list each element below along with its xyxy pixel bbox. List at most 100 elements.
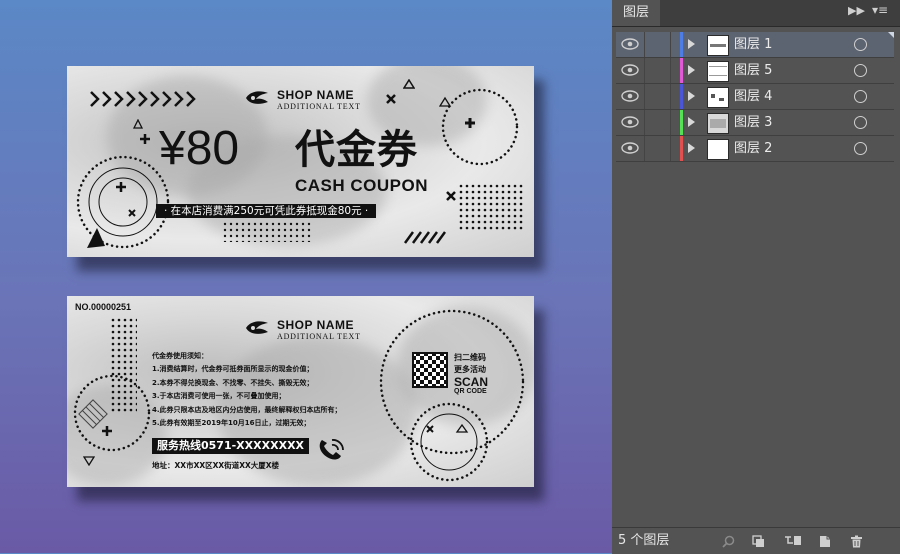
expand-arrow-icon[interactable] — [688, 143, 695, 153]
column-divider — [644, 84, 645, 109]
layer-name[interactable]: 图层 2 — [734, 136, 772, 161]
layer-color-indicator — [680, 110, 683, 135]
layer-count: 5 个图层 — [618, 533, 670, 548]
panel-menu-icon[interactable]: ▾≡ — [872, 3, 888, 17]
layer-name[interactable]: 图层 5 — [734, 58, 772, 83]
dotted-circle-decoration — [409, 402, 489, 482]
dotted-circle-decoration — [439, 88, 519, 166]
expand-arrow-icon[interactable] — [688, 91, 695, 101]
rule-item: 2.本券不得兑换现金、不找零、不挂失、撕毁无效； — [152, 378, 314, 387]
layer-color-indicator — [680, 58, 683, 83]
layer-color-indicator — [680, 32, 683, 57]
triangle-icon — [403, 79, 415, 89]
locate-object-icon[interactable] — [722, 535, 735, 548]
layer-name[interactable]: 图层 4 — [734, 84, 772, 109]
scan-cn-line1: 扫二维码 — [454, 353, 486, 362]
rule-item: 1.消费结算时，代金券可抵券面所显示的现金价值； — [152, 365, 314, 374]
panel-footer: 5 个图层 — [612, 527, 900, 554]
cross-icon — [446, 191, 456, 201]
chevron-arrows-decoration — [90, 91, 196, 107]
column-divider — [644, 110, 645, 135]
rule-item: 4.此券只限本店及地区内分店使用，最终解释权归本店所有； — [152, 405, 342, 414]
visibility-eye-icon[interactable] — [620, 37, 640, 51]
layer-color-indicator — [680, 84, 683, 109]
layer-thumbnail — [707, 61, 729, 82]
address: 地址：XX市XX区XX街道XX大厦X楼 — [152, 461, 280, 470]
trash-icon[interactable] — [850, 535, 863, 548]
rules-title: 代金券使用须知： — [152, 352, 208, 360]
layer-target-icon[interactable] — [854, 38, 867, 51]
column-divider — [644, 58, 645, 83]
expand-arrow-icon[interactable] — [688, 65, 695, 75]
collapse-panel-icon[interactable]: ▶▶ — [848, 4, 865, 17]
layer-row-5[interactable]: 图层 5 — [616, 58, 894, 84]
coupon-title-cn: 代金券 — [295, 127, 418, 173]
cross-icon — [386, 94, 396, 104]
layer-row-1[interactable]: 图层 1 — [616, 32, 894, 58]
dotted-circle-decoration — [73, 374, 151, 452]
layer-thumbnail — [707, 139, 729, 160]
rule-item: 3.于本店消费可使用一张，不可叠加使用； — [152, 392, 286, 401]
qr-code-label: QR CODE — [454, 388, 487, 395]
panel-tab-bar: 图层 ▶▶ ▾≡ — [612, 0, 900, 27]
expand-arrow-icon[interactable] — [688, 39, 695, 49]
expand-arrow-icon[interactable] — [688, 117, 695, 127]
visibility-eye-icon[interactable] — [620, 115, 640, 129]
scan-block: 扫二维码 更多活动 SCAN QR CODE — [454, 352, 488, 395]
plus-icon — [140, 134, 150, 144]
layer-row-2[interactable]: 图层 2 — [616, 136, 894, 162]
visibility-eye-icon[interactable] — [620, 141, 640, 155]
coupon-back[interactable]: NO.00000251 SHOP NAME ADDITIONAL TEXT 代金… — [67, 296, 534, 487]
shop-name: SHOP NAME — [277, 88, 354, 102]
coupon-amount: ¥80 — [159, 122, 240, 175]
triangle-icon — [83, 456, 95, 466]
visibility-eye-icon[interactable] — [620, 89, 640, 103]
coupon-terms-band: · 在本店消费满250元可凭此券抵现金80元 · — [156, 204, 377, 218]
service-hotline: 服务热线0571-XXXXXXXX — [152, 438, 310, 454]
layer-color-indicator — [680, 136, 683, 161]
clipping-mask-icon[interactable] — [752, 535, 765, 548]
new-layer-icon[interactable] — [818, 535, 831, 548]
layer-thumbnail — [707, 35, 729, 56]
visibility-eye-icon[interactable] — [620, 63, 640, 77]
column-divider — [670, 32, 671, 57]
rule-item: 5.此券有效期至2019年10月16日止，过期无效； — [152, 419, 311, 428]
column-divider — [670, 110, 671, 135]
layer-thumbnail — [707, 87, 729, 108]
additional-text: ADDITIONAL TEXT — [277, 332, 361, 341]
dotted-circle-decoration — [76, 155, 170, 249]
tab-layers[interactable]: 图层 — [612, 0, 660, 26]
phone-icon — [319, 439, 344, 460]
layer-name[interactable]: 图层 1 — [734, 32, 772, 57]
layer-row-3[interactable]: 图层 3 — [616, 110, 894, 136]
selection-corner-icon — [888, 32, 894, 38]
scan-label: SCAN — [454, 375, 489, 389]
qr-code-placeholder — [412, 352, 448, 388]
usage-rules: 代金券使用须知： 1.消费结算时，代金券可抵券面所显示的现金价值； 2.本券不得… — [152, 350, 342, 430]
diagonal-stripes-decoration — [403, 231, 447, 244]
layer-list: 图层 1 图层 5 图层 4 图层 3 图层 2 — [616, 32, 894, 162]
coupon-front[interactable]: SHOP NAME ADDITIONAL TEXT ¥80 代金券 CASH C… — [67, 66, 534, 257]
additional-text: ADDITIONAL TEXT — [277, 102, 361, 111]
layer-target-icon[interactable] — [854, 90, 867, 103]
layer-thumbnail — [707, 113, 729, 134]
shop-logo-icon — [246, 91, 268, 104]
layer-name[interactable]: 图层 3 — [734, 110, 772, 135]
column-divider — [644, 136, 645, 161]
coupon-title-en: CASH COUPON — [295, 176, 429, 195]
layer-target-icon[interactable] — [854, 116, 867, 129]
shop-name: SHOP NAME — [277, 318, 354, 332]
artboard-canvas[interactable]: SHOP NAME ADDITIONAL TEXT ¥80 代金券 CASH C… — [0, 0, 612, 553]
column-divider — [670, 136, 671, 161]
layer-target-icon[interactable] — [854, 142, 867, 155]
layers-panel: 图层 ▶▶ ▾≡ 图层 1 图层 5 图层 4 图层 3 图层 2 5 个图层 — [612, 0, 900, 554]
triangle-icon — [133, 119, 143, 129]
layer-target-icon[interactable] — [854, 64, 867, 77]
shop-logo-icon — [246, 321, 268, 334]
serial-number: NO.00000251 — [75, 302, 132, 312]
dot-grid-decoration — [459, 184, 523, 230]
column-divider — [670, 84, 671, 109]
column-divider — [670, 58, 671, 83]
layer-row-4[interactable]: 图层 4 — [616, 84, 894, 110]
new-sublayer-icon[interactable] — [784, 535, 802, 548]
